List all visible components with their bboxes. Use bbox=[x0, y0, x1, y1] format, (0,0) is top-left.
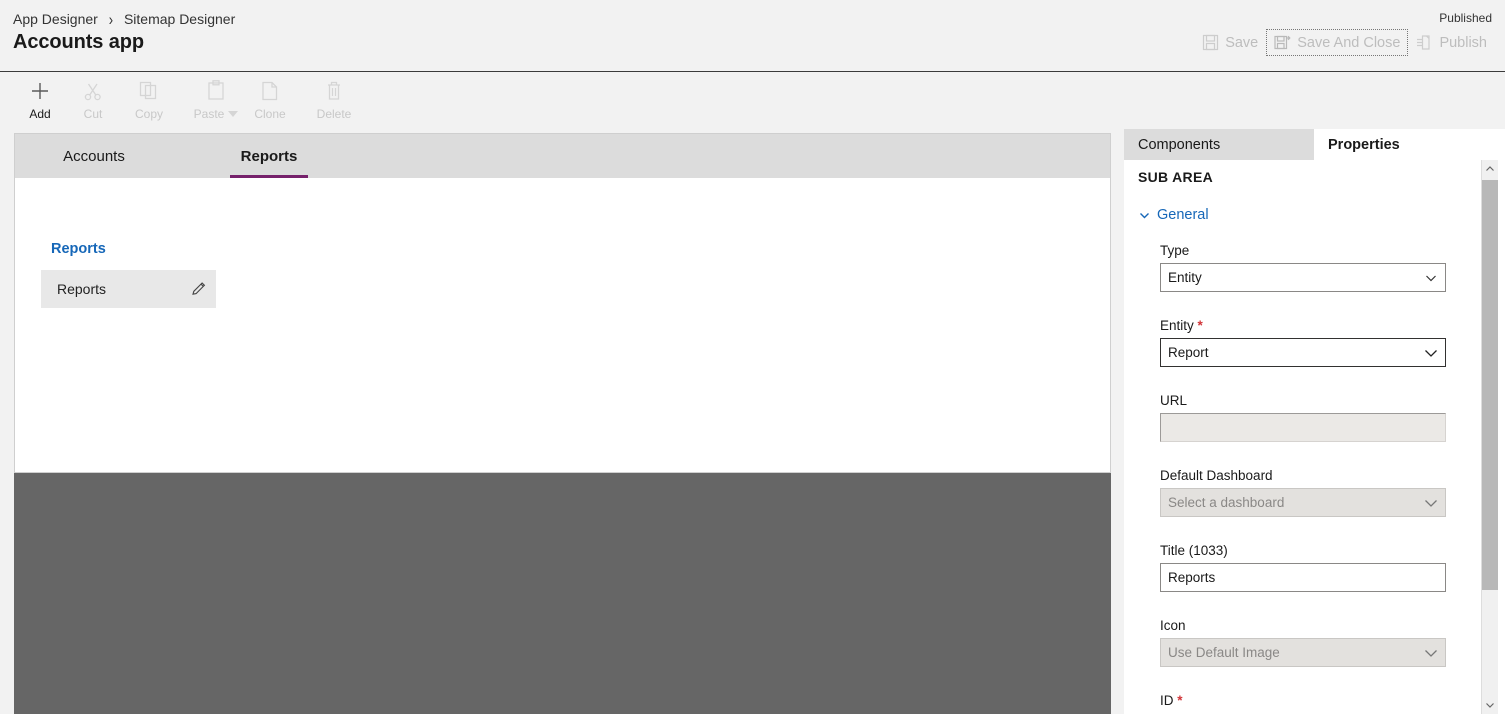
save-and-close-icon bbox=[1274, 34, 1291, 51]
clone-button[interactable]: Clone bbox=[240, 76, 300, 129]
add-button[interactable]: Add bbox=[10, 76, 70, 129]
area-tab-reports-label: Reports bbox=[240, 147, 298, 165]
dimmed-area-overlay bbox=[14, 473, 1111, 714]
chevron-down-icon bbox=[1417, 645, 1445, 661]
delete-button-label: Delete bbox=[316, 107, 352, 121]
general-section-label: General bbox=[1157, 207, 1209, 223]
breadcrumb-item-sitemap-designer[interactable]: Sitemap Designer bbox=[124, 11, 235, 27]
sitemap-area-tabs: Accounts Reports bbox=[15, 134, 1110, 178]
save-and-close-button[interactable]: Save And Close bbox=[1266, 29, 1409, 56]
entity-dropdown[interactable]: Report bbox=[1160, 338, 1446, 367]
field-url-label: URL bbox=[1160, 393, 1188, 408]
general-section-toggle[interactable]: General bbox=[1138, 207, 1209, 223]
field-icon-label: Icon bbox=[1160, 618, 1186, 633]
url-input[interactable] bbox=[1160, 413, 1446, 442]
command-bar: Add Cut Copy Paste Clone Delete bbox=[0, 73, 1505, 132]
area-tab-accounts-label: Accounts bbox=[63, 147, 125, 165]
properties-panel-scrollbar[interactable] bbox=[1481, 160, 1498, 714]
save-button-label: Save bbox=[1225, 34, 1259, 51]
breadcrumb-separator-icon: › bbox=[108, 10, 114, 29]
scrollbar-thumb[interactable] bbox=[1482, 180, 1498, 590]
paste-icon bbox=[204, 76, 228, 106]
publish-status-label: Published bbox=[1439, 11, 1492, 25]
save-and-close-button-label: Save And Close bbox=[1297, 34, 1401, 51]
chevron-down-icon[interactable] bbox=[228, 110, 239, 117]
cut-button[interactable]: Cut bbox=[63, 76, 123, 129]
chevron-down-icon[interactable] bbox=[1482, 696, 1498, 714]
copy-icon bbox=[137, 76, 161, 106]
type-dropdown[interactable]: Entity bbox=[1160, 263, 1446, 292]
icon-dropdown-placeholder: Use Default Image bbox=[1168, 645, 1280, 660]
publish-icon bbox=[1416, 34, 1433, 51]
field-title-label: Title (1033) bbox=[1160, 543, 1228, 558]
properties-panel: Components Properties SUB AREA General T… bbox=[1124, 129, 1505, 714]
tab-components-label: Components bbox=[1138, 136, 1221, 153]
properties-panel-tabs: Components Properties bbox=[1124, 129, 1505, 160]
delete-button[interactable]: Delete bbox=[304, 76, 364, 129]
tab-properties-label: Properties bbox=[1328, 136, 1400, 153]
title-input-value: Reports bbox=[1168, 570, 1216, 585]
section-header-sub-area: SUB AREA bbox=[1138, 169, 1213, 185]
subarea-tile-label: Reports bbox=[57, 281, 107, 297]
paste-button-label: Paste bbox=[193, 107, 225, 121]
field-default-dashboard: Default Dashboard Select a dashboard bbox=[1160, 468, 1446, 517]
save-button[interactable]: Save bbox=[1194, 29, 1266, 56]
copy-button-label: Copy bbox=[134, 107, 163, 121]
breadcrumb-item-app-designer[interactable]: App Designer bbox=[13, 11, 98, 27]
plus-icon bbox=[28, 76, 52, 106]
chevron-up-icon[interactable] bbox=[1482, 160, 1498, 178]
field-url: URL bbox=[1160, 393, 1446, 442]
area-tab-reports[interactable]: Reports bbox=[230, 134, 308, 178]
field-type: Type Entity bbox=[1160, 243, 1446, 292]
publish-button[interactable]: Publish bbox=[1408, 29, 1495, 56]
field-id-label: ID * bbox=[1160, 693, 1183, 708]
default-dashboard-dropdown[interactable]: Select a dashboard bbox=[1160, 488, 1446, 517]
required-indicator: * bbox=[1193, 318, 1203, 333]
copy-button[interactable]: Copy bbox=[119, 76, 179, 129]
subarea-tile-reports[interactable]: Reports bbox=[41, 270, 216, 308]
pencil-icon[interactable] bbox=[182, 280, 216, 298]
field-title: Title (1033) Reports bbox=[1160, 543, 1446, 592]
chevron-down-icon bbox=[1138, 209, 1150, 221]
save-icon bbox=[1202, 34, 1219, 51]
icon-dropdown[interactable]: Use Default Image bbox=[1160, 638, 1446, 667]
field-entity: Entity * Report bbox=[1160, 318, 1446, 367]
title-input[interactable]: Reports bbox=[1160, 563, 1446, 592]
publish-button-label: Publish bbox=[1439, 34, 1487, 51]
chevron-down-icon bbox=[1417, 345, 1445, 361]
properties-panel-body: SUB AREA General Type Entity Entity * Re… bbox=[1124, 160, 1490, 714]
app-header: App Designer › Sitemap Designer Accounts… bbox=[0, 0, 1505, 72]
page-title: Accounts app bbox=[13, 31, 145, 53]
type-dropdown-value: Entity bbox=[1168, 270, 1202, 285]
field-type-label: Type bbox=[1160, 243, 1190, 258]
header-actions: Save Save And Close Publish bbox=[1194, 29, 1495, 56]
field-icon: Icon Use Default Image bbox=[1160, 618, 1446, 667]
default-dashboard-placeholder: Select a dashboard bbox=[1168, 495, 1285, 510]
chevron-down-icon bbox=[1417, 271, 1445, 285]
group-title[interactable]: Reports bbox=[51, 241, 106, 257]
cut-button-label: Cut bbox=[83, 107, 103, 121]
tab-components[interactable]: Components bbox=[1124, 129, 1314, 160]
entity-dropdown-value: Report bbox=[1168, 345, 1209, 360]
sitemap-canvas-body: Reports Reports bbox=[15, 178, 1110, 472]
sitemap-canvas: Accounts Reports Reports Reports bbox=[14, 133, 1111, 473]
trash-icon bbox=[322, 76, 346, 106]
tab-properties[interactable]: Properties bbox=[1314, 129, 1505, 160]
field-default-dashboard-label: Default Dashboard bbox=[1160, 468, 1273, 483]
field-id: ID * bbox=[1160, 693, 1446, 713]
breadcrumb: App Designer › Sitemap Designer bbox=[13, 10, 235, 29]
field-entity-label: Entity * bbox=[1160, 318, 1203, 333]
chevron-down-icon bbox=[1417, 495, 1445, 511]
required-indicator: * bbox=[1173, 693, 1183, 708]
clone-button-label: Clone bbox=[254, 107, 286, 121]
scissors-icon bbox=[81, 76, 105, 106]
area-tab-accounts[interactable]: Accounts bbox=[47, 134, 141, 178]
add-button-label: Add bbox=[29, 107, 51, 121]
clone-icon bbox=[258, 76, 282, 106]
